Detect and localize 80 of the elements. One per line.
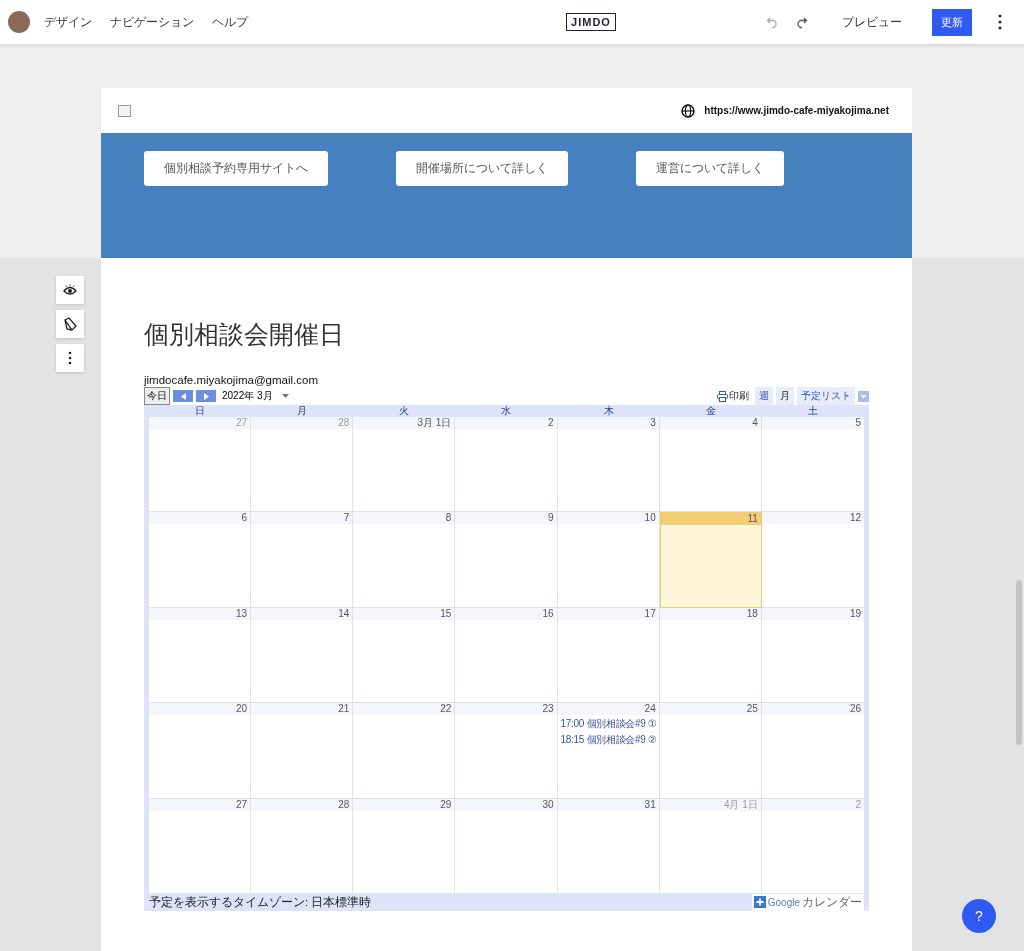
- redo-icon[interactable]: [794, 15, 808, 29]
- day-cell[interactable]: 19: [761, 607, 864, 704]
- day-cell[interactable]: 28: [251, 798, 354, 894]
- scrollbar-thumb[interactable]: [1016, 580, 1022, 745]
- day-cell[interactable]: 6: [149, 512, 252, 608]
- day-cell[interactable]: 14: [251, 607, 354, 704]
- logo[interactable]: JIMDO: [566, 13, 616, 31]
- day-cell[interactable]: 10: [557, 512, 660, 608]
- more-icon: [68, 351, 72, 365]
- banner-button[interactable]: 開催場所について詳しく: [396, 151, 568, 186]
- day-cell[interactable]: 5: [761, 417, 864, 513]
- eye-icon: [63, 284, 77, 296]
- weekday-header: 金: [704, 405, 717, 417]
- day-cell[interactable]: 3: [557, 417, 660, 513]
- day-cell[interactable]: 3月 1日: [353, 417, 456, 513]
- menu-link[interactable]: デザイン: [44, 13, 92, 31]
- view-tab[interactable]: 週: [755, 387, 773, 405]
- month-label: 2022年 3月: [222, 389, 273, 403]
- weekday-header: 火: [398, 405, 411, 417]
- weekday-header: 水: [500, 405, 513, 417]
- style-button[interactable]: [56, 310, 84, 338]
- banner-button[interactable]: 個別相談予約専用サイトへ: [144, 151, 328, 186]
- day-cell[interactable]: 18: [659, 607, 762, 704]
- day-cell[interactable]: 11: [659, 512, 762, 608]
- section-title: 個別相談会開催日: [144, 319, 345, 350]
- site-logo[interactable]: [118, 104, 131, 117]
- swatch-icon: [63, 317, 77, 331]
- day-cell[interactable]: 17: [557, 607, 660, 704]
- day-cell[interactable]: 22: [353, 703, 456, 799]
- right-arrow-icon: [203, 392, 209, 400]
- undo-icon[interactable]: [766, 15, 780, 29]
- print-link[interactable]: 印刷: [717, 389, 749, 403]
- next-button[interactable]: [196, 390, 216, 402]
- calendar-event[interactable]: 18:15 個別相談会#9 ②: [557, 731, 659, 748]
- calendar-event[interactable]: 17:00 個別相談会#9 ①: [557, 715, 659, 732]
- day-cell[interactable]: 26: [761, 703, 864, 799]
- weekday-header: 日: [194, 405, 207, 417]
- day-cell[interactable]: 15: [353, 607, 456, 704]
- caret-icon[interactable]: [281, 394, 289, 398]
- help-button[interactable]: ?: [962, 899, 996, 933]
- weekday-header: 土: [806, 405, 819, 417]
- day-cell[interactable]: 13: [149, 607, 252, 704]
- weekday-header: 月: [296, 405, 309, 417]
- menu-link[interactable]: ヘルプ: [212, 13, 248, 31]
- preview-link[interactable]: プレビュー: [842, 13, 902, 31]
- previous-button[interactable]: [173, 390, 193, 402]
- printer-icon: [717, 390, 728, 402]
- more-icon[interactable]: [998, 14, 1002, 30]
- day-cell[interactable]: 12: [761, 512, 864, 608]
- day-cell[interactable]: 25: [659, 703, 762, 799]
- day-cell[interactable]: 7: [251, 512, 354, 608]
- day-cell[interactable]: 24 17:00 個別相談会#9 ① 18:15 個別相談会#9 ②: [557, 703, 660, 799]
- day-cell[interactable]: 20: [149, 703, 252, 799]
- day-cell[interactable]: 16: [455, 607, 558, 704]
- visibility-button[interactable]: [56, 276, 84, 304]
- timezone-note: 予定を表示するタイムゾーン: 日本標準時: [149, 894, 372, 910]
- day-cell[interactable]: 29: [353, 798, 456, 894]
- left-arrow-icon: [180, 392, 186, 400]
- weekday-header: 木: [602, 405, 615, 417]
- view-tab[interactable]: 予定リスト: [797, 387, 855, 405]
- menu-link[interactable]: ナビゲーション: [110, 13, 194, 31]
- publish-button[interactable]: 更新: [932, 8, 972, 36]
- today-button[interactable]: 今日: [144, 387, 170, 405]
- day-cell[interactable]: 4: [659, 417, 762, 513]
- day-cell[interactable]: 31: [557, 798, 660, 894]
- calendar-account: jimdocafe.miyakojima@gmail.com: [144, 374, 319, 386]
- day-cell[interactable]: 23: [455, 703, 558, 799]
- plus-icon: [753, 896, 766, 909]
- globe-icon: [681, 103, 696, 118]
- dropdown-icon[interactable]: [858, 390, 869, 402]
- day-cell[interactable]: 27: [149, 798, 252, 894]
- day-cell[interactable]: 2: [455, 417, 558, 513]
- banner-button[interactable]: 運営について詳しく: [636, 151, 784, 186]
- day-cell[interactable]: 30: [455, 798, 558, 894]
- site-url[interactable]: https://www.jimdo-cafe-miyakojima.net: [704, 105, 889, 116]
- view-tab[interactable]: 月: [776, 387, 794, 405]
- day-cell[interactable]: 21: [251, 703, 354, 799]
- day-cell[interactable]: 9: [455, 512, 558, 608]
- day-cell[interactable]: 8: [353, 512, 456, 608]
- avatar[interactable]: [8, 11, 30, 33]
